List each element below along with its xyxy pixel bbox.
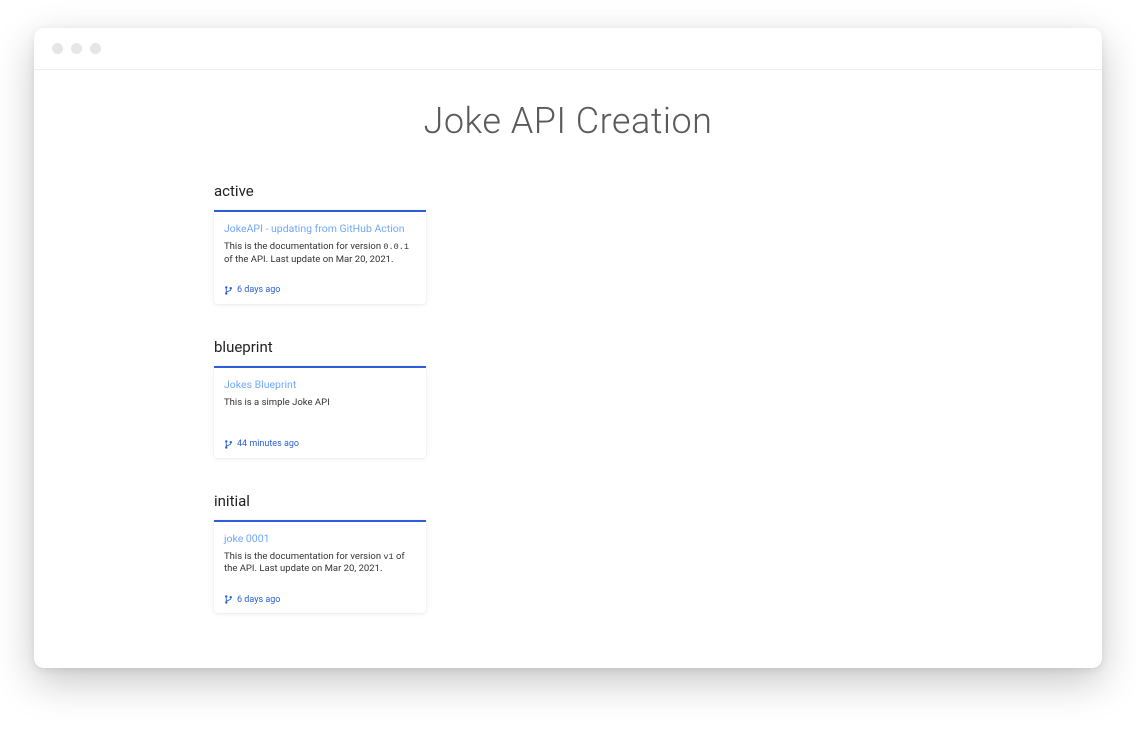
api-card-active[interactable]: JokeAPI - updating from GitHub Action Th… [214,210,426,304]
browser-title-bar [34,28,1102,70]
browser-frame: Joke API Creation active JokeAPI - updat… [34,28,1102,668]
window-minimize-icon[interactable] [71,43,82,54]
section-label-active: active [214,182,1062,200]
window-close-icon[interactable] [52,43,63,54]
code-branch-icon [224,439,233,450]
section-active: active JokeAPI - updating from GitHub Ac… [214,182,1062,304]
api-card-title[interactable]: JokeAPI - updating from GitHub Action [224,222,416,235]
sections-column: active JokeAPI - updating from GitHub Ac… [214,182,1062,613]
page-title: Joke API Creation [74,100,1062,142]
api-card-description: This is the documentation for version v1… [224,551,416,577]
section-label-blueprint: blueprint [214,338,1062,356]
code-branch-icon [224,285,233,296]
api-card-initial[interactable]: joke 0001 This is the documentation for … [214,520,426,614]
section-initial: initial joke 0001 This is the documentat… [214,492,1062,614]
api-card-updated-time: 6 days ago [237,285,280,295]
api-card-title[interactable]: joke 0001 [224,532,416,545]
api-card-title[interactable]: Jokes Blueprint [224,378,416,391]
section-label-initial: initial [214,492,1062,510]
api-card-updated-time: 6 days ago [237,595,280,605]
api-card-updated-time: 44 minutes ago [237,439,299,449]
api-card-description: This is the documentation for version 0.… [224,241,416,267]
api-card-description: This is a simple Joke API [224,397,416,421]
api-card-footer: 44 minutes ago [224,439,416,450]
code-branch-icon [224,594,233,605]
section-blueprint: blueprint Jokes Blueprint This is a simp… [214,338,1062,458]
api-card-blueprint[interactable]: Jokes Blueprint This is a simple Joke AP… [214,366,426,458]
window-maximize-icon[interactable] [90,43,101,54]
api-card-footer: 6 days ago [224,594,416,605]
api-card-footer: 6 days ago [224,285,416,296]
page-content: Joke API Creation active JokeAPI - updat… [34,100,1102,613]
